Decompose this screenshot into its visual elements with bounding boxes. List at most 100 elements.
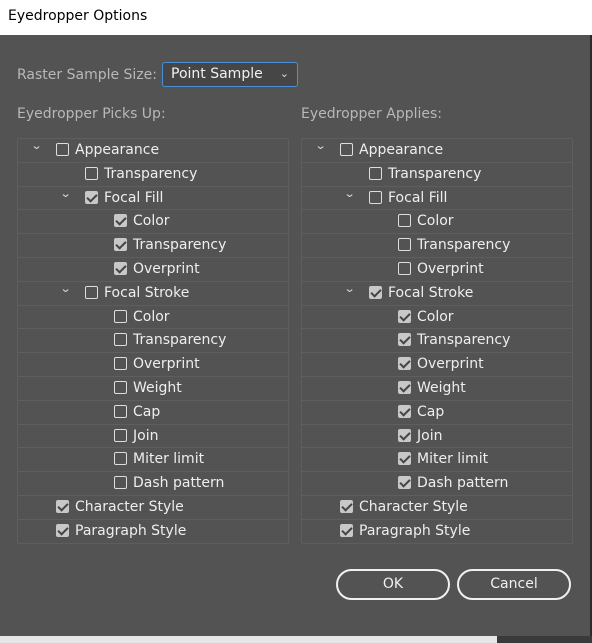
item-label: Join bbox=[417, 427, 443, 444]
raster-sample-size-value: Point Sample bbox=[171, 66, 263, 82]
item-label: Transparency bbox=[417, 237, 511, 254]
item-label: Cap bbox=[417, 403, 445, 420]
checkbox[interactable] bbox=[398, 404, 411, 418]
chevron-down-icon[interactable]: ⌄ bbox=[60, 187, 72, 200]
item-label: Appearance bbox=[359, 142, 444, 158]
checkbox[interactable] bbox=[114, 452, 127, 466]
item-label: Color bbox=[417, 213, 454, 230]
list-item[interactable]: ⌄ Appearance bbox=[18, 139, 288, 163]
list-item[interactable]: Transparency bbox=[18, 163, 288, 187]
list-item[interactable]: Overprint bbox=[302, 258, 572, 282]
chevron-down-icon[interactable]: ⌄ bbox=[344, 282, 356, 295]
list-item[interactable]: Color bbox=[18, 306, 288, 330]
checkbox[interactable] bbox=[56, 523, 69, 537]
list-item[interactable]: Color bbox=[302, 210, 572, 235]
list-item[interactable]: Character Style bbox=[302, 496, 572, 520]
list-item[interactable]: Dash pattern bbox=[18, 472, 288, 496]
item-label: Transparency bbox=[388, 165, 482, 182]
item-label: Color bbox=[133, 213, 170, 230]
list-item[interactable]: Transparency bbox=[18, 234, 288, 258]
list-item[interactable]: Cap bbox=[18, 401, 288, 425]
checkbox[interactable] bbox=[369, 166, 382, 180]
checkbox[interactable] bbox=[398, 333, 411, 347]
item-label: Overprint bbox=[133, 356, 200, 373]
checkbox[interactable] bbox=[114, 357, 127, 371]
checkbox[interactable] bbox=[398, 452, 411, 466]
raster-sample-size-select[interactable]: Point Sample ⌄ bbox=[162, 62, 298, 87]
checkbox[interactable] bbox=[398, 214, 411, 228]
list-item[interactable]: Join bbox=[18, 425, 288, 449]
list-item[interactable]: Miter limit bbox=[302, 448, 572, 473]
list-item[interactable]: Weight bbox=[18, 377, 288, 401]
chevron-down-icon[interactable]: ⌄ bbox=[60, 282, 72, 295]
list-item[interactable]: ⌄ Appearance bbox=[302, 139, 572, 163]
checkbox[interactable] bbox=[114, 261, 127, 275]
item-label: Focal Fill bbox=[104, 189, 164, 206]
item-label: Join bbox=[133, 427, 159, 444]
applies-list: ⌄ Appearance Transparency ⌄ Focal Fill Color T… bbox=[301, 138, 573, 544]
checkbox[interactable] bbox=[114, 380, 127, 394]
list-item[interactable]: Color bbox=[302, 306, 572, 330]
list-item[interactable]: Overprint bbox=[18, 353, 288, 377]
list-item[interactable]: ⌄ Focal Fill bbox=[302, 187, 572, 211]
list-item[interactable]: ⌄ Focal Fill bbox=[18, 187, 288, 211]
item-label: Transparency bbox=[104, 165, 198, 182]
checkbox[interactable] bbox=[85, 166, 98, 180]
checkbox[interactable] bbox=[85, 285, 98, 299]
checkbox[interactable] bbox=[398, 357, 411, 371]
item-label: Overprint bbox=[133, 260, 200, 277]
list-item[interactable]: ⌄ Focal Stroke bbox=[18, 282, 288, 306]
list-item[interactable]: Paragraph Style bbox=[302, 520, 572, 543]
checkbox[interactable] bbox=[114, 428, 127, 442]
cancel-button[interactable]: Cancel bbox=[457, 569, 571, 600]
list-item[interactable]: Transparency bbox=[302, 234, 572, 258]
checkbox[interactable] bbox=[398, 476, 411, 490]
checkbox[interactable] bbox=[340, 523, 353, 537]
checkbox[interactable] bbox=[114, 309, 127, 323]
checkbox[interactable] bbox=[369, 190, 382, 204]
list-item[interactable]: Paragraph Style bbox=[18, 520, 288, 543]
checkbox[interactable] bbox=[340, 143, 353, 156]
checkbox[interactable] bbox=[114, 476, 127, 490]
checkbox[interactable] bbox=[56, 499, 69, 513]
list-item[interactable]: Color bbox=[18, 210, 288, 235]
checkbox[interactable] bbox=[114, 333, 127, 347]
checkbox[interactable] bbox=[398, 309, 411, 323]
checkbox[interactable] bbox=[85, 190, 98, 204]
checkbox[interactable] bbox=[398, 428, 411, 442]
item-label: Weight bbox=[417, 379, 466, 396]
list-item[interactable]: Overprint bbox=[18, 258, 288, 282]
item-label: Miter limit bbox=[133, 451, 205, 468]
list-item[interactable]: Character Style bbox=[18, 496, 288, 520]
chevron-down-icon[interactable]: ⌄ bbox=[315, 139, 327, 152]
list-item[interactable]: Transparency bbox=[18, 329, 288, 354]
window-title: Eyedropper Options bbox=[8, 8, 148, 24]
checkbox[interactable] bbox=[369, 285, 382, 299]
chevron-down-icon[interactable]: ⌄ bbox=[31, 139, 43, 152]
picks-up-heading: Eyedropper Picks Up: bbox=[17, 106, 166, 122]
list-item[interactable]: Cap bbox=[302, 401, 572, 425]
checkbox[interactable] bbox=[114, 214, 127, 228]
checkbox[interactable] bbox=[398, 380, 411, 394]
checkbox[interactable] bbox=[56, 143, 69, 156]
list-item[interactable]: Transparency bbox=[302, 163, 572, 187]
checkbox[interactable] bbox=[114, 238, 127, 252]
ok-button[interactable]: OK bbox=[336, 569, 450, 600]
item-label: Color bbox=[133, 308, 170, 325]
list-item[interactable]: Weight bbox=[302, 377, 572, 401]
item-label: Focal Stroke bbox=[388, 284, 474, 301]
item-label: Focal Fill bbox=[388, 189, 448, 206]
checkbox[interactable] bbox=[114, 404, 127, 418]
list-item[interactable]: Join bbox=[302, 425, 572, 449]
checkbox[interactable] bbox=[340, 499, 353, 513]
checkbox[interactable] bbox=[398, 261, 411, 275]
list-item[interactable]: Miter limit bbox=[18, 448, 288, 473]
chevron-down-icon: ⌄ bbox=[279, 67, 289, 80]
title-bar: Eyedropper Options bbox=[0, 0, 592, 35]
list-item[interactable]: ⌄ Focal Stroke bbox=[302, 282, 572, 306]
list-item[interactable]: Overprint bbox=[302, 353, 572, 377]
list-item[interactable]: Dash pattern bbox=[302, 472, 572, 496]
list-item[interactable]: Transparency bbox=[302, 329, 572, 354]
checkbox[interactable] bbox=[398, 238, 411, 252]
chevron-down-icon[interactable]: ⌄ bbox=[344, 187, 356, 200]
